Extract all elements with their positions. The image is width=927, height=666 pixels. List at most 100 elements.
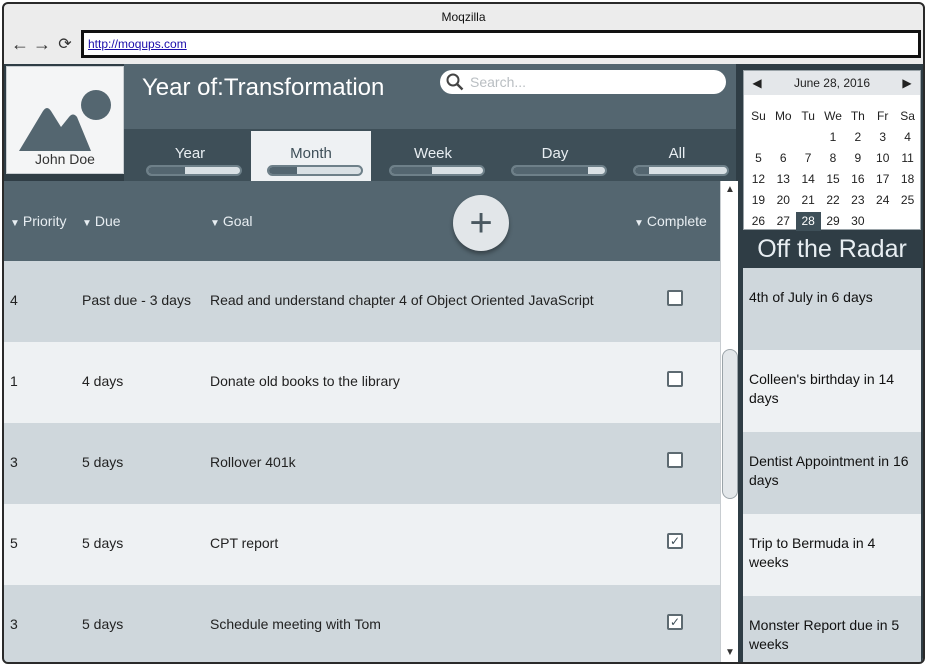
calendar-day[interactable]: 17 xyxy=(870,170,895,189)
table-row[interactable]: 5 5 days CPT report ✓ xyxy=(4,504,720,585)
priority-cell: 4 xyxy=(10,292,18,308)
table-row[interactable]: 3 5 days Rollover 401k xyxy=(4,423,720,504)
complete-checkbox[interactable]: ✓ xyxy=(667,533,683,549)
calendar-day[interactable]: 6 xyxy=(771,149,796,168)
radar-list: 4th of July in 6 days Colleen's birthday … xyxy=(743,268,921,662)
url-link[interactable]: http://moqups.com xyxy=(88,37,187,51)
search-icon xyxy=(446,73,464,91)
add-goal-button[interactable]: + xyxy=(453,195,509,251)
next-month-icon[interactable]: ▶ xyxy=(898,71,916,95)
calendar-day[interactable]: 19 xyxy=(746,191,771,210)
tab-week[interactable]: Week xyxy=(373,131,493,181)
mini-calendar: ◀ June 28, 2016 ▶ Su Mo Tu We Th Fr Sa 1 2 3 4 5 6 7 8… xyxy=(743,70,921,231)
calendar-day[interactable]: 3 xyxy=(870,128,895,147)
calendar-day[interactable]: 5 xyxy=(746,149,771,168)
table-row[interactable]: 1 4 days Donate old books to the library xyxy=(4,342,720,423)
column-header-complete[interactable]: ▼ Complete xyxy=(634,213,707,229)
sort-triangle-icon: ▼ xyxy=(10,218,20,229)
calendar-day[interactable]: 10 xyxy=(870,149,895,168)
back-arrow-icon[interactable]: ← xyxy=(10,34,30,54)
radar-title: Off the Radar xyxy=(757,235,907,263)
calendar-day[interactable]: 26 xyxy=(746,212,771,231)
complete-checkbox[interactable] xyxy=(667,371,683,387)
scroll-down-icon[interactable]: ▼ xyxy=(723,646,737,660)
tab-label: All xyxy=(668,145,686,162)
complete-checkbox[interactable] xyxy=(667,290,683,306)
tab-progress-bar xyxy=(633,165,729,176)
prev-month-icon[interactable]: ◀ xyxy=(748,71,766,95)
calendar-day[interactable]: 21 xyxy=(796,191,821,210)
table-row[interactable]: 3 5 days Schedule meeting with Tom ✓ xyxy=(4,585,720,662)
calendar-blank xyxy=(771,128,796,147)
search-input[interactable] xyxy=(468,73,708,91)
tab-progress-bar xyxy=(267,165,363,176)
tab-progress-fill xyxy=(513,167,589,174)
calendar-day[interactable]: 18 xyxy=(895,170,920,189)
tab-month[interactable]: Month xyxy=(251,131,371,181)
calendar-day[interactable]: 22 xyxy=(821,191,846,210)
calendar-day[interactable]: 25 xyxy=(895,191,920,210)
header-bar: Year of:Transformation xyxy=(124,64,736,129)
calendar-day[interactable]: 8 xyxy=(821,149,846,168)
table-row[interactable]: 4 Past due - 3 days Read and understand ch… xyxy=(4,261,720,342)
tab-progress-bar xyxy=(146,165,242,176)
reload-icon[interactable]: ⟳ xyxy=(55,34,75,54)
weekday-label: We xyxy=(824,109,842,123)
due-cell: 4 days xyxy=(82,373,124,389)
app-area: John Doe Year of:Transformation Year Mont… xyxy=(4,64,923,662)
calendar-day[interactable]: 30 xyxy=(845,212,870,231)
calendar-day[interactable]: 1 xyxy=(821,128,846,147)
radar-item[interactable]: Trip to Bermuda in 4 weeks xyxy=(743,514,921,596)
weekday-label: Su xyxy=(751,109,766,123)
weekday-label: Fr xyxy=(877,109,889,123)
calendar-day[interactable]: 7 xyxy=(796,149,821,168)
calendar-day[interactable]: 23 xyxy=(845,191,870,210)
due-cell: 5 days xyxy=(82,535,124,551)
complete-checkbox[interactable] xyxy=(667,452,683,468)
radar-item[interactable]: Colleen's birthday in 14 days xyxy=(743,350,921,432)
calendar-day[interactable]: 24 xyxy=(870,191,895,210)
profile-card[interactable]: John Doe xyxy=(6,66,124,174)
tab-label: Month xyxy=(290,145,332,162)
calendar-day[interactable]: 20 xyxy=(771,191,796,210)
window-title: Moqzilla xyxy=(441,10,486,24)
priority-cell: 5 xyxy=(10,535,18,551)
address-bar[interactable]: http://moqups.com xyxy=(81,30,921,58)
calendar-day[interactable]: 2 xyxy=(845,128,870,147)
calendar-day[interactable]: 27 xyxy=(771,212,796,231)
calendar-day[interactable]: 16 xyxy=(845,170,870,189)
column-header-priority[interactable]: ▼ Priority xyxy=(10,213,66,229)
calendar-day[interactable]: 11 xyxy=(895,149,920,168)
tab-label: Week xyxy=(413,145,453,162)
forward-arrow-icon[interactable]: → xyxy=(32,34,52,54)
tab-day[interactable]: Day xyxy=(495,131,615,181)
calendar-day[interactable]: 9 xyxy=(845,149,870,168)
scroll-up-icon[interactable]: ▲ xyxy=(723,183,737,197)
calendar-day[interactable]: 29 xyxy=(821,212,846,231)
tab-all[interactable]: All xyxy=(617,131,737,181)
tab-progress-bar xyxy=(511,165,607,176)
sort-triangle-icon: ▼ xyxy=(634,218,644,229)
radar-item[interactable]: Dentist Appointment in 16 days xyxy=(743,432,921,514)
plus-icon: + xyxy=(469,201,493,245)
due-cell: 5 days xyxy=(82,454,124,470)
scroll-thumb[interactable] xyxy=(722,349,738,499)
calendar-grid: Su Mo Tu We Th Fr Sa 1 2 3 4 5 6 7 8 9 10 11 12 13 14 15 16 17 1… xyxy=(746,107,920,231)
search-box[interactable] xyxy=(440,70,726,94)
weekday-label: Sa xyxy=(900,109,915,123)
calendar-day[interactable]: 12 xyxy=(746,170,771,189)
tab-year[interactable]: Year xyxy=(130,131,250,181)
column-header-due[interactable]: ▼ Due xyxy=(82,213,121,229)
radar-item[interactable]: 4th of July in 6 days xyxy=(743,268,921,350)
complete-checkbox[interactable]: ✓ xyxy=(667,614,683,630)
calendar-day[interactable]: 4 xyxy=(895,128,920,147)
period-tabs: Year Month Week Day All xyxy=(124,129,736,181)
calendar-day[interactable]: 13 xyxy=(771,170,796,189)
calendar-day[interactable]: 28 xyxy=(795,212,821,231)
calendar-day[interactable]: 14 xyxy=(796,170,821,189)
calendar-day[interactable]: 15 xyxy=(821,170,846,189)
table-scrollbar[interactable]: ▲ ▼ xyxy=(720,181,738,662)
radar-item[interactable]: Monster Report due in 5 weeks xyxy=(743,596,921,662)
priority-cell: 3 xyxy=(10,454,18,470)
column-header-goal[interactable]: ▼ Goal xyxy=(210,213,252,229)
